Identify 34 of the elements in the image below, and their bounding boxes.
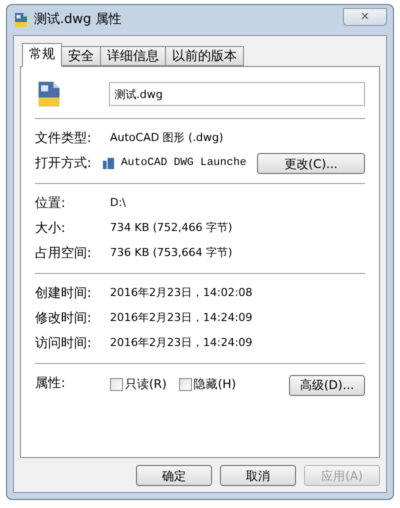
field-value: 2016年2月23日，14:24:09: [110, 310, 252, 326]
dialog-button[interactable]: 高级(D)...: [289, 374, 365, 396]
dialog-button[interactable]: 更改(C)...: [257, 153, 365, 174]
checkbox-label: 隐藏(H): [194, 376, 236, 393]
field-value: 2016年2月23日，14:24:09: [110, 335, 252, 352]
field-value: 734 KB (752,466 字节): [110, 220, 232, 236]
tab[interactable]: 以前的版本: [165, 46, 244, 66]
field-label: 占用空间:: [35, 244, 92, 263]
tab[interactable]: 详细信息: [100, 46, 166, 66]
checkbox[interactable]: [110, 378, 123, 390]
field-label: 创建时间:: [35, 284, 92, 303]
file-name-field[interactable]: 测试.dwg: [109, 82, 365, 106]
dialog-button[interactable]: 取消: [220, 465, 296, 486]
field-label: 修改时间:: [35, 310, 92, 328]
tab[interactable]: 常规: [22, 43, 62, 67]
close-button[interactable]: ✕: [343, 8, 387, 26]
field-label: 访问时间:: [35, 334, 92, 353]
dwg-file-icon: [13, 12, 29, 28]
window-title: 测试.dwg 属性: [34, 11, 122, 30]
field-label: 大小:: [35, 220, 66, 238]
app-icon: [102, 157, 115, 170]
field-label: 属性:: [35, 375, 66, 394]
field-value: D:\: [110, 195, 126, 212]
field-label: 文件类型:: [35, 130, 92, 148]
dialog-button[interactable]: 确定: [136, 465, 212, 486]
field-value: AutoCAD DWG Launche: [121, 156, 248, 172]
field-label: 位置:: [35, 194, 66, 213]
field-value: 736 KB (753,664 字节): [110, 245, 232, 262]
checkbox-label: 只读(R): [125, 376, 167, 393]
checkbox[interactable]: [178, 378, 192, 390]
tab[interactable]: 安全: [61, 46, 101, 66]
field-value: 2016年2月23日，14:02:08: [110, 285, 252, 302]
field-label: 打开方式:: [35, 154, 92, 173]
field-value: AutoCAD 图形 (.dwg): [110, 130, 224, 146]
